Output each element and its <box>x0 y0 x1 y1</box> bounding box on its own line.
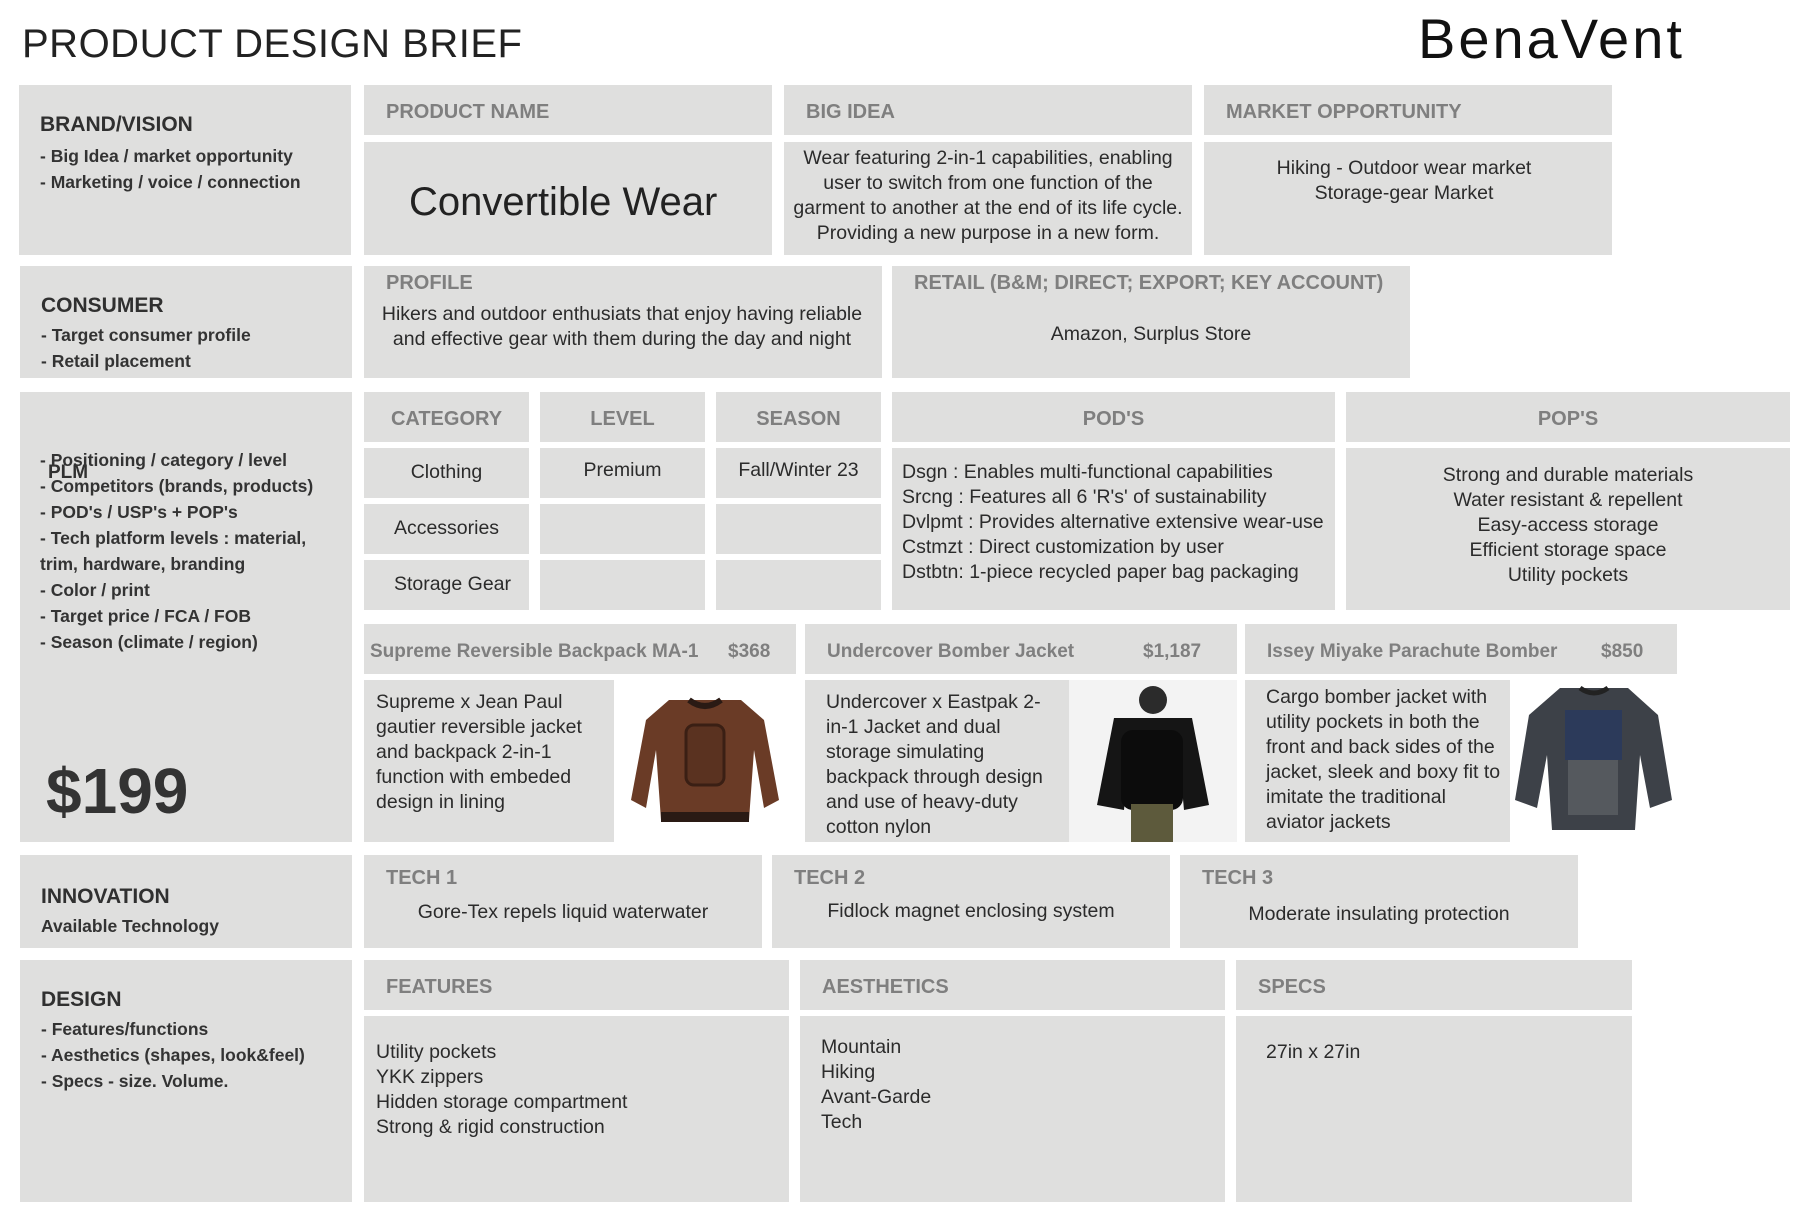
level-header: LEVEL <box>540 392 705 442</box>
competitor-1-image <box>614 680 796 842</box>
profile-header: PROFILE <box>386 272 473 294</box>
competitor-1-desc: Supreme x Jean Paul gautier reversible j… <box>376 691 582 813</box>
pods-header: POD'S <box>892 392 1335 442</box>
tech-1-text: Gore-Tex repels liquid waterwater <box>417 901 709 923</box>
pops-text: Strong and durable materials Water resis… <box>1442 464 1694 586</box>
level-cell-3 <box>540 560 705 610</box>
season-header: SEASON <box>716 392 881 442</box>
competitor-1-price: $368 <box>728 641 771 662</box>
brand-logo: BenaVent <box>1418 7 1685 70</box>
tech-3-header: TECH 3 <box>1202 867 1274 889</box>
season-cell-3 <box>716 560 881 610</box>
consumer-title: CONSUMER <box>41 294 164 317</box>
tech-3-text: Moderate insulating protection <box>1248 903 1510 925</box>
category-cell-2: Accessories <box>364 504 529 554</box>
market-opportunity-text: Hiking - Outdoor wear market Storage-gea… <box>1276 157 1532 204</box>
big-idea-panel: Wear featuring 2-in-1 capabilities, enab… <box>784 142 1192 255</box>
season-cell-2 <box>716 504 881 554</box>
competitor-3-panel: Cargo bomber jacket with utility pockets… <box>1245 680 1677 842</box>
target-price: $199 <box>46 755 189 827</box>
category-cell-3: Storage Gear <box>364 560 529 610</box>
competitor-3-header: Issey Miyake Parachute Bomber $850 <box>1245 624 1677 674</box>
specs-text: 27in x 27in <box>1266 1041 1361 1063</box>
innovation-panel: INNOVATION Available Technology <box>20 855 352 948</box>
design-title: DESIGN <box>41 988 122 1011</box>
product-name-value: Convertible Wear <box>409 180 718 224</box>
tech-2-panel: TECH 2 Fidlock magnet enclosing system <box>772 855 1170 948</box>
retail-header: RETAIL (B&M; DIRECT; EXPORT; KEY ACCOUNT… <box>914 272 1384 294</box>
tech-1-header: TECH 1 <box>386 867 458 889</box>
aesthetics-text: Mountain Hiking Avant-Garde Tech <box>821 1036 932 1133</box>
page-title: PRODUCT DESIGN BRIEF <box>22 22 523 66</box>
innovation-items: Available Technology <box>41 916 219 936</box>
big-idea-header: BIG IDEA <box>784 85 1192 135</box>
pops-header: POP'S <box>1346 392 1790 442</box>
competitor-3-image <box>1510 680 1677 842</box>
product-name-header: PRODUCT NAME <box>364 85 772 135</box>
features-header: FEATURES <box>364 960 789 1010</box>
consumer-items: - Target consumer profile - Retail place… <box>41 325 251 371</box>
season-cell-1: Fall/Winter 23 <box>716 448 881 498</box>
category-header: CATEGORY <box>364 392 529 442</box>
profile-text: Hikers and outdoor enthusiats that enjoy… <box>381 303 863 350</box>
brand-vision-title: BRAND/VISION <box>40 113 193 136</box>
retail-panel: RETAIL (B&M; DIRECT; EXPORT; KEY ACCOUNT… <box>892 266 1410 378</box>
market-opportunity-header: MARKET OPPORTUNITY <box>1204 85 1612 135</box>
competitor-2-header: Undercover Bomber Jacket $1,187 <box>805 624 1237 674</box>
competitor-2-image <box>1069 680 1237 842</box>
competitor-2-name: Undercover Bomber Jacket <box>827 641 1075 662</box>
competitor-1-panel: Supreme x Jean Paul gautier reversible j… <box>364 680 796 842</box>
level-cell-1: Premium <box>540 448 705 498</box>
competitor-2-price: $1,187 <box>1143 641 1202 662</box>
consumer-panel: CONSUMER - Target consumer profile - Ret… <box>20 266 352 378</box>
competitor-2-desc: Undercover x Eastpak 2-in-1 Jacket and d… <box>826 691 1043 838</box>
retail-text: Amazon, Surplus Store <box>1050 323 1252 345</box>
pods-panel: Dsgn : Enables multi-functional capabili… <box>892 448 1335 610</box>
design-panel: DESIGN - Features/functions - Aesthetics… <box>20 960 352 1202</box>
aesthetics-header: AESTHETICS <box>800 960 1225 1010</box>
competitor-1-header: Supreme Reversible Backpack MA-1 $368 <box>364 624 796 674</box>
plm-panel: PLM - Positioning / category / level - C… <box>20 392 352 842</box>
design-items: - Features/functions - Aesthetics (shape… <box>41 1019 305 1091</box>
competitor-3-desc: Cargo bomber jacket with utility pockets… <box>1266 686 1501 833</box>
specs-header: SPECS <box>1236 960 1632 1010</box>
tech-1-panel: TECH 1 Gore-Tex repels liquid waterwater <box>364 855 762 948</box>
competitor-3-price: $850 <box>1601 641 1644 662</box>
competitor-2-panel: Undercover x Eastpak 2-in-1 Jacket and d… <box>805 680 1237 842</box>
plm-items: - Positioning / category / level - Compe… <box>40 450 314 652</box>
level-cell-2 <box>540 504 705 554</box>
specs-panel: 27in x 27in <box>1236 1016 1632 1202</box>
product-name-panel: Convertible Wear <box>364 142 772 255</box>
market-opportunity-panel: Hiking - Outdoor wear market Storage-gea… <box>1204 142 1612 255</box>
profile-panel: PROFILE Hikers and outdoor enthusiats th… <box>364 266 882 378</box>
pods-text: Dsgn : Enables multi-functional capabili… <box>902 461 1324 583</box>
brand-vision-panel: BRAND/VISION - Big Idea / market opportu… <box>19 85 351 255</box>
brand-vision-items: - Big Idea / market opportunity - Market… <box>40 146 301 192</box>
tech-2-text: Fidlock magnet enclosing system <box>827 900 1115 922</box>
tech-2-header: TECH 2 <box>794 867 866 889</box>
innovation-title: INNOVATION <box>41 885 170 908</box>
tech-3-panel: TECH 3 Moderate insulating protection <box>1180 855 1578 948</box>
pops-panel: Strong and durable materials Water resis… <box>1346 448 1790 610</box>
big-idea-text: Wear featuring 2-in-1 capabilities, enab… <box>793 147 1183 244</box>
competitor-1-name: Supreme Reversible Backpack MA-1 <box>370 641 699 662</box>
aesthetics-panel: Mountain Hiking Avant-Garde Tech <box>800 1016 1225 1202</box>
features-panel: Utility pockets YKK zippers Hidden stora… <box>364 1016 789 1202</box>
category-cell-1: Clothing <box>364 448 529 498</box>
features-text: Utility pockets YKK zippers Hidden stora… <box>376 1041 628 1138</box>
competitor-3-name: Issey Miyake Parachute Bomber <box>1267 641 1558 662</box>
